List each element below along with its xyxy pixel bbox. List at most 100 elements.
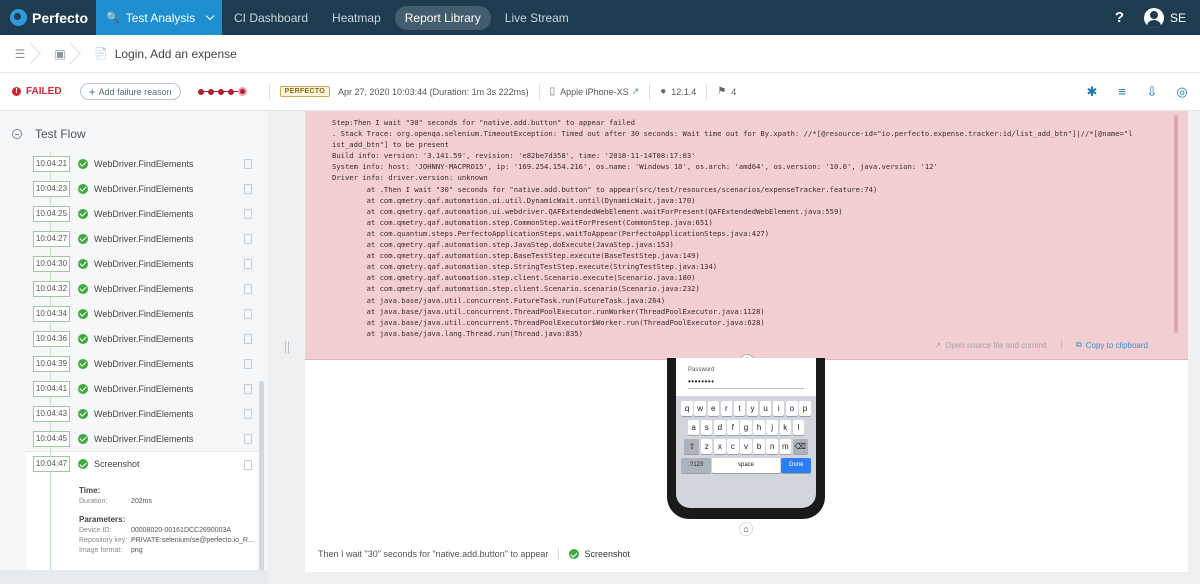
history-dot[interactable] (207, 88, 218, 95)
history-dot[interactable] (227, 88, 238, 95)
clipboard-icon[interactable] (244, 209, 252, 219)
tags-count[interactable]: 4 (731, 87, 736, 97)
clipboard-icon[interactable] (244, 409, 252, 419)
detail-value: PRIVATE:selenium/se@perfecto.io_R... (131, 537, 254, 544)
clipboard-icon[interactable] (244, 384, 252, 394)
bug-icon[interactable]: ✱ (1084, 84, 1100, 100)
brand-logo[interactable]: Perfecto (0, 0, 96, 35)
open-external-icon: ↗ (934, 340, 942, 350)
flow-step[interactable]: 10:04:36 WebDriver.FindElements (26, 326, 262, 351)
flow-step[interactable]: 10:04:23 WebDriver.FindElements (26, 176, 262, 201)
os-version: 12.1.4 (671, 86, 697, 97)
check-circle-icon (78, 408, 88, 419)
copy-to-clipboard-link[interactable]: Copy to clipboard (1086, 341, 1148, 350)
device-name[interactable]: Apple iPhone-XS (560, 87, 629, 97)
panel-footer (0, 570, 268, 584)
ordered-list-icon[interactable]: ≡ (1114, 84, 1130, 100)
details-time-label: Time: (79, 486, 101, 495)
support-icon[interactable]: ◎ (1174, 84, 1190, 100)
clipboard-icon[interactable] (244, 334, 252, 344)
clipboard-icon[interactable] (244, 159, 252, 169)
history-dot[interactable] (217, 88, 228, 95)
toolbar: ✱ ≡ ⇩ ◎ (1070, 84, 1190, 100)
user-initials[interactable]: SE (1170, 11, 1186, 25)
flow-step-selected[interactable]: 10:04:47 Screenshot (26, 451, 262, 477)
add-failure-reason-button[interactable]: + Add failure reason (79, 83, 181, 100)
detail-key: Repository key: (79, 537, 128, 544)
stack-trace-line: at com.qmetry.qaf.automation.step.client… (332, 273, 696, 283)
keyboard-key: b (753, 439, 765, 454)
scrollbar[interactable] (1174, 115, 1178, 333)
breadcrumb: ☰ ▣ 📄 Login, Add an expense (0, 35, 1200, 73)
panel-splitter[interactable] (276, 111, 305, 584)
keyboard-key: j (766, 420, 778, 435)
password-label: Password (688, 367, 715, 373)
collapse-icon[interactable] (12, 129, 22, 139)
divider (706, 83, 708, 100)
flow-step[interactable]: 10:04:45 WebDriver.FindElements (26, 426, 262, 451)
divider (649, 83, 651, 100)
phone-icon: ▯ (549, 86, 556, 97)
flow-step[interactable]: 10:04:34 WebDriver.FindElements (26, 301, 262, 326)
clipboard-icon[interactable] (244, 259, 252, 269)
history-dot[interactable] (197, 88, 208, 95)
clipboard-icon[interactable] (244, 434, 252, 444)
flow-step[interactable]: 10:04:41 WebDriver.FindElements (26, 376, 262, 401)
external-link-icon[interactable]: ↗ (632, 86, 640, 97)
run-datetime: Apr 27, 2020 10:03:44 (Duration: 1m 3s 2… (338, 86, 529, 97)
flow-step[interactable]: 10:04:32 WebDriver.FindElements (26, 276, 262, 301)
step-time: 10:04:41 (33, 380, 70, 397)
screenshot-label: Screenshot (584, 549, 630, 559)
flow-step[interactable]: 10:04:39 WebDriver.FindElements (26, 351, 262, 376)
step-name: WebDriver.FindElements (94, 258, 194, 269)
home-icon[interactable]: ⌂ (739, 522, 753, 536)
nav-tab-test-analysis[interactable]: 🔍 Test Analysis (96, 0, 222, 35)
help-icon[interactable]: ? (1115, 9, 1124, 26)
step-time: 10:04:21 (33, 155, 70, 172)
flow-step[interactable]: 10:04:43 WebDriver.FindElements (26, 401, 262, 426)
clipboard-icon[interactable] (244, 359, 252, 369)
stack-trace-line: at com.qmetry.qaf.automation.step.BaseTe… (332, 251, 700, 261)
test-flow-list: 10:04:21 WebDriver.FindElements 10:04:23 We… (26, 151, 262, 584)
step-time: 10:04:27 (33, 230, 70, 247)
stack-trace-line: at com.qmetry.qaf.automation.ui.webdrive… (332, 206, 843, 216)
check-circle-icon (78, 258, 88, 269)
drag-handle-icon[interactable] (285, 341, 289, 353)
clipboard-icon[interactable] (244, 234, 252, 244)
keyboard-key: d (714, 420, 726, 435)
step-name: WebDriver.FindElements (94, 333, 194, 344)
stack-trace-line: Step:Then I wait "30" seconds for "nativ… (332, 118, 635, 127)
detail-value: png (131, 547, 143, 554)
flow-step[interactable]: 10:04:30 WebDriver.FindElements (26, 251, 262, 276)
keyboard-key: f (727, 420, 739, 435)
breadcrumb-file-icon[interactable]: ▣ (40, 35, 80, 73)
nav-link-ci-dashboard[interactable]: CI Dashboard (222, 0, 320, 35)
history-dot-current[interactable] (237, 87, 247, 96)
run-history-dots[interactable] (197, 87, 251, 96)
flow-step[interactable]: 10:04:21 WebDriver.FindElements (26, 151, 262, 176)
nav-link-live-stream[interactable]: Live Stream (493, 0, 581, 35)
clipboard-icon[interactable] (244, 460, 252, 470)
step-name: WebDriver.FindElements (94, 383, 194, 394)
stack-trace-line: at java.base/java.util.concurrent.Thread… (332, 317, 765, 327)
scrollbar[interactable] (259, 381, 264, 571)
flow-step[interactable]: 10:04:27 WebDriver.FindElements (26, 226, 262, 251)
clipboard-icon[interactable] (244, 284, 252, 294)
open-source-link[interactable]: Open source file and commit (945, 341, 1047, 350)
details-device-id: Device ID: 00008020-00161DCC2690003A (79, 527, 262, 534)
download-icon[interactable]: ⇩ (1144, 84, 1160, 100)
document-icon: 📄 (94, 48, 108, 60)
breadcrumb-list-icon[interactable]: ☰ (0, 35, 40, 73)
stack-trace-line: Driver info: driver.version: unknown (332, 173, 488, 183)
nav-link-report-library[interactable]: Report Library (394, 5, 491, 30)
keyboard-key: v (740, 439, 752, 454)
step-time: 10:04:30 (33, 255, 70, 272)
nav-link-heatmap[interactable]: Heatmap (320, 0, 393, 35)
check-circle-icon (78, 233, 88, 244)
clipboard-icon[interactable] (244, 184, 252, 194)
phone-screen: Password •••••••• qwertyuiop asdfghjkl ⇧… (676, 358, 816, 508)
avatar[interactable] (1143, 7, 1164, 28)
clipboard-icon[interactable] (244, 309, 252, 319)
flow-step[interactable]: 10:04:25 WebDriver.FindElements (26, 201, 262, 226)
detail-key: Duration: (79, 498, 108, 505)
